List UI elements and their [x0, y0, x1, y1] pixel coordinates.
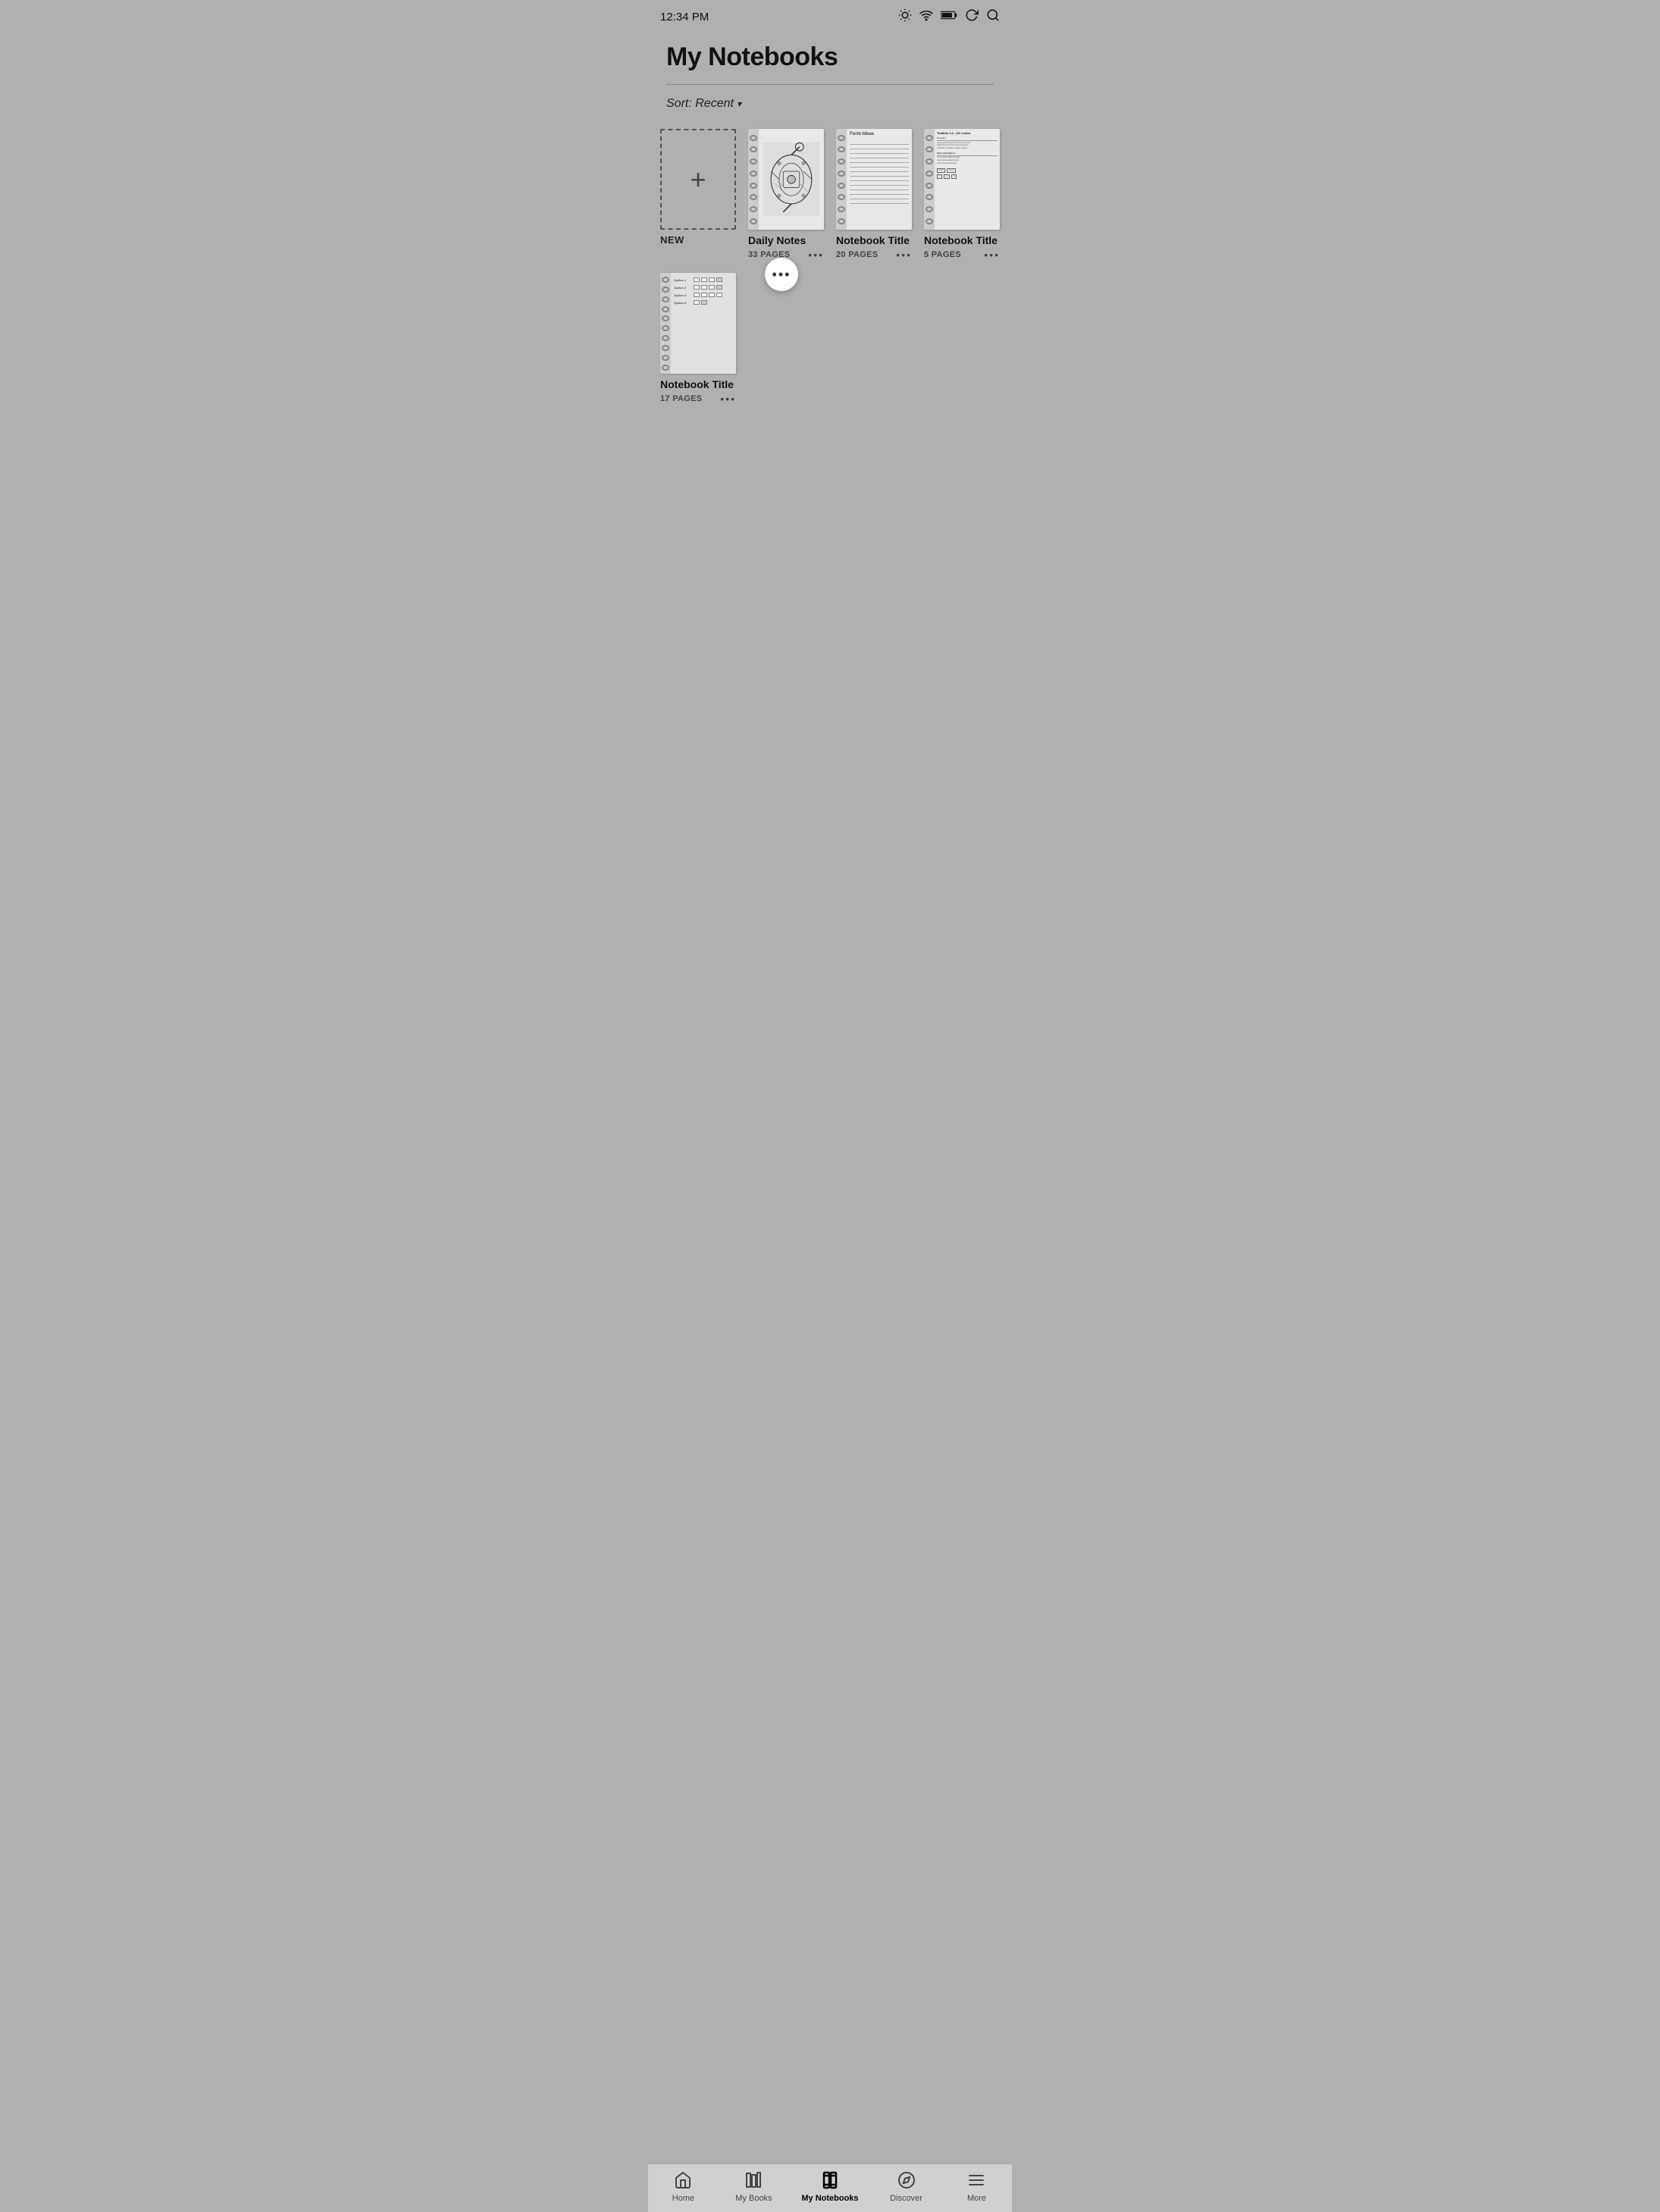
new-notebook-label: NEW: [660, 234, 684, 246]
nav-more-label: More: [967, 2194, 986, 2203]
notebook-4-menu[interactable]: •••: [720, 393, 736, 405]
notebook-2-menu[interactable]: •••: [896, 249, 912, 261]
spiral-binding-2: [836, 129, 847, 230]
nav-my-notebooks-label: My Notebooks: [801, 2194, 858, 2203]
page-header: My Notebooks: [648, 33, 1012, 78]
notebook-3-info: Notebook Title 5 PAGES •••: [924, 234, 1000, 261]
books-icon: [744, 2171, 763, 2192]
notebook-2-top-text: Form Ideas: [847, 129, 912, 138]
notebook-3-item[interactable]: Toolkits 1.6 - UX review Scenario: Lorem…: [924, 129, 1000, 261]
daily-notes-menu[interactable]: •••: [808, 249, 824, 261]
spiral-binding-3: [924, 129, 935, 230]
sort-row: Sort: Recent ▾: [648, 91, 1012, 123]
notebook-4-cover: Option 1 Option 2: [660, 273, 736, 374]
chevron-down-icon: ▾: [737, 99, 741, 109]
spiral-binding-4: [660, 273, 671, 374]
notebook-3-title: Notebook Title: [924, 234, 1000, 247]
notebook-4-pages: 17 PAGES: [660, 394, 702, 403]
notebooks-icon: [821, 2171, 839, 2192]
search-icon[interactable]: [986, 8, 1000, 26]
menu-icon: [967, 2171, 985, 2192]
notebook-4-title: Notebook Title: [660, 378, 736, 391]
page-title: My Notebooks: [666, 42, 994, 72]
notebook-4-content: Option 1 Option 2: [671, 273, 736, 312]
nav-more[interactable]: More: [954, 2171, 999, 2203]
notebook-2-item[interactable]: Form Ideas: [836, 129, 912, 261]
plus-icon: +: [690, 166, 706, 193]
new-notebook-cover: +: [660, 129, 736, 230]
nav-my-books-label: My Books: [735, 2194, 772, 2203]
home-icon: [674, 2171, 692, 2192]
sort-button[interactable]: Sort: Recent ▾: [666, 97, 741, 111]
notebook-2-cover: Form Ideas: [836, 129, 912, 230]
status-icons: [898, 8, 1000, 26]
battery-icon: [941, 10, 957, 24]
notebook-grid-row1: + NEW: [648, 123, 1012, 273]
nav-home-label: Home: [672, 2194, 694, 2203]
daily-notes-item[interactable]: Daily Notes 33 PAGES •••: [748, 129, 824, 261]
notebook-3-menu[interactable]: •••: [984, 249, 1000, 261]
notebook-2-title: Notebook Title: [836, 234, 912, 247]
notebook-2-lines: [847, 138, 912, 210]
sync-icon: [965, 8, 979, 26]
nav-home[interactable]: Home: [660, 2171, 706, 2203]
wifi-icon: [919, 8, 933, 26]
notebook-2-info: Notebook Title 20 PAGES •••: [836, 234, 912, 261]
daily-notes-title: Daily Notes: [748, 234, 824, 247]
notebook-3-pages: 5 PAGES: [924, 250, 961, 259]
header-divider: [666, 84, 994, 85]
notebook-3-cover: Toolkits 1.6 - UX review Scenario: Lorem…: [924, 129, 1000, 230]
nav-my-books[interactable]: My Books: [731, 2171, 776, 2203]
floating-more-button[interactable]: •••: [765, 258, 798, 291]
daily-notes-cover: [748, 129, 824, 230]
notebook-grid-row2: Option 1 Option 2: [648, 273, 1012, 465]
notebook-2-pages: 20 PAGES: [836, 250, 878, 259]
daily-notes-info: Daily Notes 33 PAGES •••: [748, 234, 824, 261]
status-bar: 12:34 PM: [648, 0, 1012, 33]
status-time: 12:34 PM: [660, 11, 709, 23]
sketch-mechanical-svg: [759, 129, 824, 230]
new-notebook-item[interactable]: + NEW: [660, 129, 736, 261]
nav-discover-label: Discover: [890, 2194, 922, 2203]
notebook-4-info: Notebook Title 17 PAGES •••: [660, 378, 736, 405]
bottom-nav: Home My Books My Notebooks: [648, 2163, 1012, 2212]
notebook-4-item[interactable]: Option 1 Option 2: [660, 273, 736, 405]
nav-my-notebooks[interactable]: My Notebooks: [801, 2171, 858, 2203]
brightness-icon: [898, 8, 912, 26]
nav-discover[interactable]: Discover: [884, 2171, 929, 2203]
compass-icon: [897, 2171, 916, 2192]
spiral-binding: [748, 129, 759, 230]
